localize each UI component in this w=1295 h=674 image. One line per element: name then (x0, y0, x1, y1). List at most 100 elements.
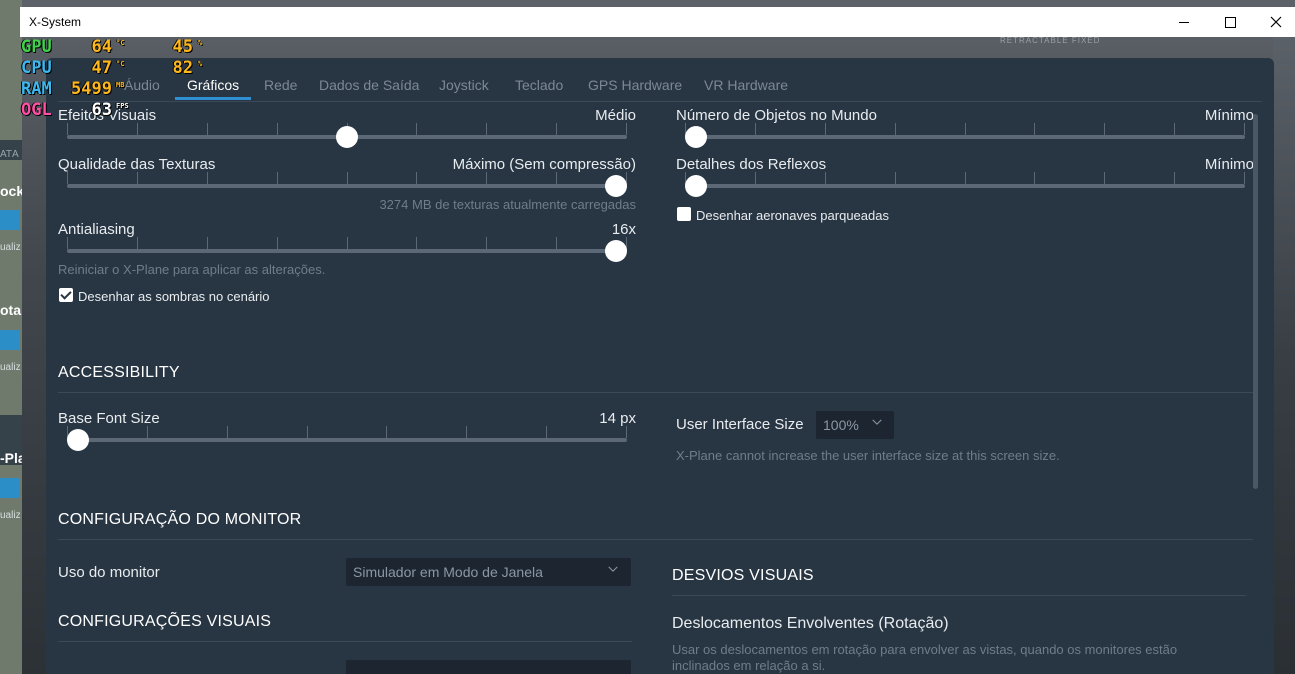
reflections-slider[interactable] (685, 172, 1245, 197)
texture-quality-label: Qualidade das Texturas (58, 156, 216, 173)
slider-tick (755, 172, 756, 184)
reflections-label: Detalhes dos Reflexos (676, 156, 827, 173)
slider-tick (347, 172, 348, 184)
slider-tick (386, 426, 387, 438)
slider-tick (965, 172, 966, 184)
slider-tick (1174, 123, 1175, 135)
osd-key: RAM (21, 79, 52, 99)
tab-gps-hardware[interactable]: GPS Hardware (588, 77, 682, 93)
tab-data-output[interactable]: Dados de Saída (319, 77, 419, 93)
reflections-value: Mínimo (1204, 156, 1254, 173)
close-icon (1270, 16, 1282, 28)
visual-offsets-heading: DESVIOS VISUAIS (672, 567, 814, 584)
osd-row-ram: RAM 5499 MB (21, 79, 125, 99)
texture-quality-value: Máximo (Sem compressão) (452, 156, 636, 173)
slider-knob[interactable] (685, 175, 707, 197)
parked-aircraft-checkbox[interactable] (677, 207, 691, 221)
active-tab-indicator (175, 97, 251, 100)
slider-tick (67, 172, 68, 184)
slider-tick (1244, 172, 1245, 184)
osd-row-fps: OGL 63 FPS (21, 100, 129, 120)
slider-tick (67, 123, 68, 135)
slider-tick (137, 123, 138, 135)
slider-tick (626, 123, 627, 135)
background-left-strip: ATÁ N ock ualiz ota ualiz -Pla ualiz (0, 0, 22, 674)
osd-key: GPU (21, 37, 52, 57)
tab-graphics[interactable]: Gráficos (187, 77, 239, 93)
visual-settings-divider (58, 641, 632, 642)
slider-tick (137, 237, 138, 249)
slider-tick (1244, 123, 1245, 135)
tabs-divider (58, 101, 1262, 102)
osd-key: CPU (21, 58, 52, 78)
antialiasing-slider[interactable] (67, 237, 627, 262)
slider-knob[interactable] (605, 240, 627, 262)
maximize-button[interactable] (1207, 7, 1253, 37)
slider-tick (277, 123, 278, 135)
background-right-strip (1273, 37, 1295, 674)
slider-tick (825, 123, 826, 135)
visual-effects-value: Médio (595, 107, 636, 124)
slider-tick (207, 123, 208, 135)
tab-vr-hardware[interactable]: VR Hardware (704, 77, 788, 93)
slider-tick (137, 172, 138, 184)
slider-tick (895, 123, 896, 135)
chevron-down-icon (872, 419, 882, 425)
base-font-size-slider[interactable] (67, 426, 627, 451)
slider-tick (626, 426, 627, 438)
slider-knob[interactable] (67, 429, 89, 451)
slider-tick (67, 237, 68, 249)
settings-tabs: Áudio Gráficos Rede Dados de Saída Joyst… (46, 58, 1274, 102)
tab-joystick[interactable]: Joystick (439, 77, 489, 93)
visual-settings-heading: CONFIGURAÇÕES VISUAIS (58, 613, 272, 630)
slider-tick (227, 426, 228, 438)
tab-keyboard[interactable]: Teclado (515, 77, 563, 93)
panel-scrollbar[interactable] (1253, 114, 1258, 489)
texture-memory-note: 3274 MB de texturas atualmente carregada… (379, 197, 636, 212)
wrap-offsets-title: Deslocamentos Envolventes (Rotação) (672, 615, 949, 632)
ui-size-note: X-Plane cannot increase the user interfa… (676, 448, 1060, 463)
slider-tick (556, 172, 557, 184)
close-button[interactable] (1253, 7, 1295, 37)
visual-effects-slider[interactable] (67, 123, 627, 148)
slider-tick (965, 123, 966, 135)
settings-panel: Áudio Gráficos Rede Dados de Saída Joyst… (46, 58, 1274, 674)
monitor-usage-dropdown[interactable]: Simulador em Modo de Janela (346, 558, 631, 586)
texture-quality-slider[interactable] (67, 172, 627, 197)
field-of-view-dropdown[interactable] (346, 660, 631, 674)
chevron-down-icon (608, 566, 618, 572)
slider-tick (546, 426, 547, 438)
monitor-config-heading: CONFIGURAÇÃO DO MONITOR (58, 511, 302, 528)
slider-knob[interactable] (605, 175, 627, 197)
slider-knob[interactable] (685, 126, 707, 148)
base-font-size-value: 14 px (599, 410, 636, 427)
world-objects-label: Número de Objetos no Mundo (676, 107, 877, 124)
slider-tick (466, 426, 467, 438)
wrap-offsets-desc-2: inclinados em relação a si. (672, 658, 826, 673)
window-titlebar[interactable]: X-System (20, 7, 1295, 37)
osd-key: OGL (21, 100, 52, 120)
shadows-label: Desenhar as sombras no cenário (78, 289, 270, 304)
minimize-icon (1179, 21, 1189, 23)
tab-network[interactable]: Rede (264, 77, 297, 93)
slider-tick (416, 237, 417, 249)
slider-tick (277, 237, 278, 249)
slider-tick (1104, 172, 1105, 184)
osd-row-gpu: GPU 64 °C 45 % (21, 37, 203, 57)
ui-size-label: User Interface Size (676, 416, 804, 433)
slider-tick (416, 123, 417, 135)
osd-row-cpu: CPU 47 °C 82 % (21, 58, 203, 78)
ui-size-dropdown[interactable]: 100% (816, 411, 894, 439)
slider-tick (147, 426, 148, 438)
slider-tick (895, 172, 896, 184)
slider-tick (486, 123, 487, 135)
restart-note: Reiniciar o X-Plane para aplicar as alte… (58, 262, 326, 277)
minimize-button[interactable] (1161, 7, 1207, 37)
slider-knob[interactable] (336, 126, 358, 148)
maximize-icon (1224, 16, 1236, 28)
ui-size-value: 100% (823, 417, 859, 433)
shadows-checkbox[interactable] (59, 288, 73, 302)
monitor-usage-value: Simulador em Modo de Janela (353, 564, 543, 580)
world-objects-slider[interactable] (685, 123, 1245, 148)
slider-tick (1034, 172, 1035, 184)
